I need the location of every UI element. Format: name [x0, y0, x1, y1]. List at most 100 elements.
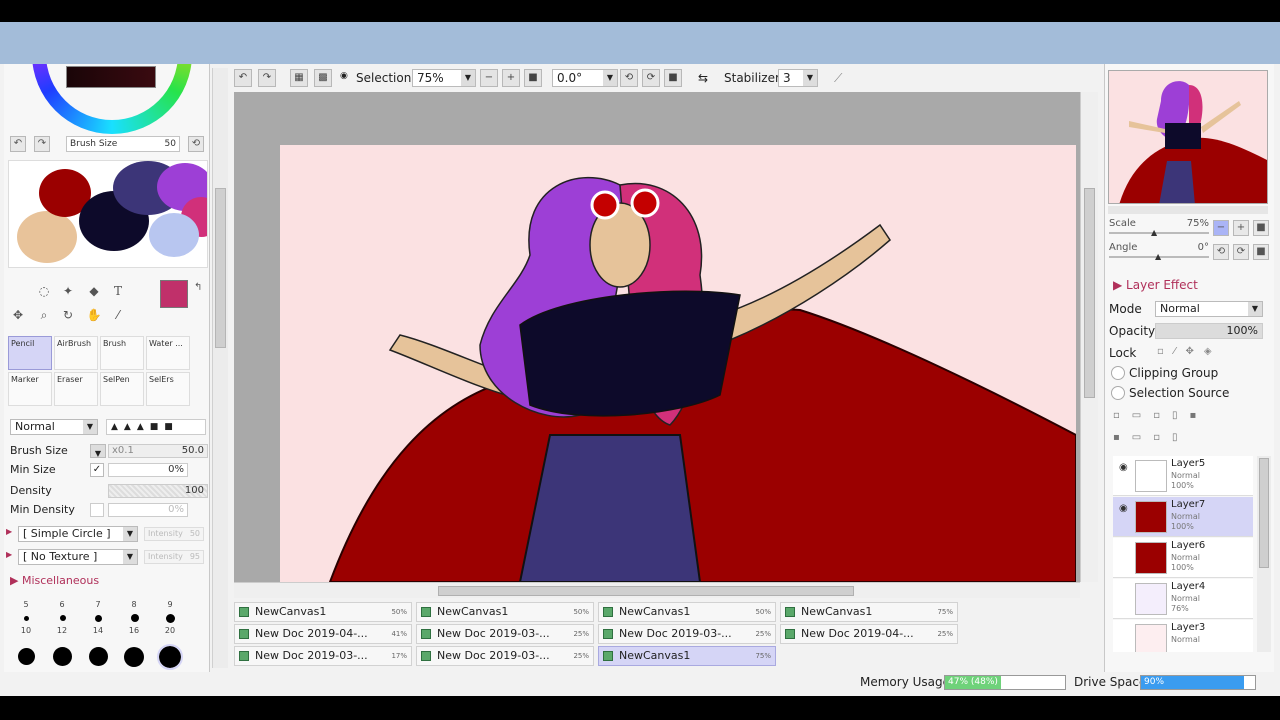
scroll-thumb[interactable] — [438, 586, 854, 596]
redo-icon[interactable]: ↷ — [258, 69, 276, 87]
rotate-right-button[interactable]: ⟳ — [642, 69, 660, 87]
min-size-checkbox[interactable]: ✓ — [90, 463, 104, 477]
scroll-thumb[interactable] — [1084, 188, 1095, 398]
swap-colors-icon[interactable]: ↰ — [194, 282, 202, 293]
doc-tab-active[interactable]: NewCanvas1 75% — [598, 646, 776, 666]
navigator-scrollbar[interactable] — [1108, 206, 1268, 214]
zoom-in-button[interactable]: + — [1233, 220, 1249, 236]
canvas-horizontal-scrollbar[interactable] — [234, 582, 1080, 598]
scroll-thumb[interactable] — [1259, 458, 1269, 568]
dot-preset[interactable] — [18, 648, 35, 665]
hand-icon[interactable]: ✋ — [84, 306, 104, 324]
opacity-slider[interactable]: 100% — [1155, 323, 1263, 339]
texture-dropdown[interactable]: [ No Texture ] ▼ — [18, 549, 138, 565]
dot-preset[interactable] — [89, 647, 108, 666]
rotate-left-button[interactable]: ⟲ — [1213, 244, 1229, 260]
brush-airbrush[interactable]: AirBrush — [54, 336, 98, 370]
brush-water[interactable]: Water ... — [146, 336, 190, 370]
undo-icon[interactable]: ↶ — [234, 69, 252, 87]
layer-item[interactable]: Layer4 Normal 76% — [1113, 579, 1253, 619]
brush-marker[interactable]: Marker — [8, 372, 52, 406]
selection-source-checkbox[interactable] — [1111, 386, 1125, 400]
zoom-icon[interactable]: ⌕ — [34, 306, 54, 324]
blend-mode-select[interactable]: Normal ▼ — [10, 419, 98, 435]
navigator-preview[interactable] — [1108, 70, 1268, 204]
dot-preset[interactable] — [131, 614, 139, 622]
doc-tab[interactable]: New Doc 2019-03-... 17% — [234, 646, 412, 666]
intensity-field-1[interactable]: Intensity 50 — [144, 527, 204, 541]
lasso-icon[interactable]: ◌ — [34, 282, 54, 300]
invert-selection-icon[interactable]: ▩ — [314, 69, 332, 87]
undo-icon[interactable]: ↶ — [10, 136, 26, 152]
zoom-out-button[interactable]: − — [1213, 220, 1229, 236]
min-density-slider[interactable]: 0% — [108, 503, 188, 517]
magic-wand-icon[interactable]: ✦ — [58, 282, 78, 300]
drawing-canvas[interactable] — [280, 145, 1076, 582]
zoom-in-button[interactable]: + — [502, 69, 520, 87]
doc-tab[interactable]: NewCanvas1 50% — [234, 602, 412, 622]
rotate-left-button[interactable]: ⟲ — [620, 69, 638, 87]
scratchpad-swatches[interactable] — [8, 160, 208, 268]
layer-actions-row-1[interactable]: ▫▭▫▯▪ — [1113, 410, 1208, 421]
swatch-lavender[interactable] — [149, 213, 199, 257]
flip-icon[interactable]: ⇆ — [698, 71, 708, 85]
zoom-select[interactable]: 75% ▼ — [412, 69, 476, 87]
rotate-icon[interactable]: ↻ — [58, 306, 78, 324]
swatch-skin[interactable] — [17, 211, 77, 263]
redo-icon[interactable]: ↷ — [34, 136, 50, 152]
doc-tab[interactable]: New Doc 2019-04-... 25% — [780, 624, 958, 644]
color-square[interactable] — [66, 66, 156, 88]
canvas-viewport[interactable] — [234, 92, 1080, 582]
density-slider[interactable]: 100 — [108, 484, 208, 498]
brush-shape-selector[interactable]: ▲▲▲■■ — [106, 419, 206, 435]
brush-selpen[interactable]: SelPen — [100, 372, 144, 406]
brush-eraser[interactable]: Eraser — [54, 372, 98, 406]
move-icon[interactable]: ✥ — [8, 306, 28, 324]
scale-slider[interactable]: Scale 75% ▲ — [1109, 218, 1209, 237]
zoom-fit-button[interactable]: ■ — [1253, 220, 1269, 236]
eye-icon[interactable]: ◉ — [1119, 503, 1128, 514]
min-size-slider[interactable]: 0% — [108, 463, 188, 477]
doc-tab[interactable]: New Doc 2019-04-... 41% — [234, 624, 412, 644]
reset-icon[interactable]: ⟲ — [188, 136, 204, 152]
rotation-select[interactable]: 0.0° ▼ — [552, 69, 618, 87]
eye-icon[interactable]: ◉ — [340, 71, 348, 81]
dot-preset[interactable] — [53, 647, 72, 666]
lock-options[interactable]: ▫⁄✥◈ — [1157, 346, 1222, 357]
layer-item[interactable]: ◉ Layer5 Normal 100% — [1113, 456, 1253, 496]
intensity-field-2[interactable]: Intensity 95 — [144, 550, 204, 564]
rotate-reset-button[interactable]: ■ — [1253, 244, 1269, 260]
dot-preset[interactable] — [124, 647, 144, 667]
rotate-reset-button[interactable]: ■ — [664, 69, 682, 87]
layer-item[interactable]: Layer6 Normal 100% — [1113, 538, 1253, 578]
miscellaneous-header[interactable]: ▶ Miscellaneous — [10, 574, 99, 587]
doc-tab[interactable]: NewCanvas1 50% — [416, 602, 594, 622]
canvas-vertical-scrollbar[interactable] — [1080, 92, 1098, 582]
brush-size-slider[interactable]: x0.1 50.0 — [108, 444, 208, 458]
layer-actions-row-2[interactable]: ▪▭▫▯ — [1113, 432, 1190, 443]
doc-tab[interactable]: New Doc 2019-03-... 25% — [416, 624, 594, 644]
scroll-thumb[interactable] — [215, 188, 226, 348]
layer-item-selected[interactable]: ◉ Layer7 Normal 100% — [1113, 497, 1253, 537]
angle-slider[interactable]: Angle 0° ▲ — [1109, 242, 1209, 261]
zoom-out-button[interactable]: − — [480, 69, 498, 87]
eye-icon[interactable]: ◉ — [1119, 462, 1128, 473]
dot-preset-selected[interactable] — [157, 644, 183, 670]
brush-selers[interactable]: SelErs — [146, 372, 190, 406]
chevron-down-icon[interactable]: ▼ — [90, 444, 106, 458]
dot-preset[interactable] — [60, 615, 66, 621]
slider-handle-icon[interactable]: ▲ — [1155, 252, 1161, 261]
foreground-color[interactable] — [160, 280, 188, 308]
bucket-icon[interactable]: ◆ — [84, 282, 104, 300]
left-panel-scrollbar[interactable] — [212, 68, 228, 668]
zoom-reset-button[interactable]: ■ — [524, 69, 542, 87]
brush-brush[interactable]: Brush — [100, 336, 144, 370]
text-tool-icon[interactable]: T — [108, 282, 128, 300]
doc-tab[interactable]: NewCanvas1 50% — [598, 602, 776, 622]
layer-list-scrollbar[interactable] — [1257, 456, 1271, 652]
rotate-right-button[interactable]: ⟳ — [1233, 244, 1249, 260]
dot-preset[interactable] — [24, 616, 29, 621]
layer-item[interactable]: Layer3 Normal — [1113, 620, 1253, 652]
layer-mode-select[interactable]: Normal ▼ — [1155, 301, 1263, 317]
brush-size-mini-field[interactable]: Brush Size 50 — [66, 136, 180, 152]
